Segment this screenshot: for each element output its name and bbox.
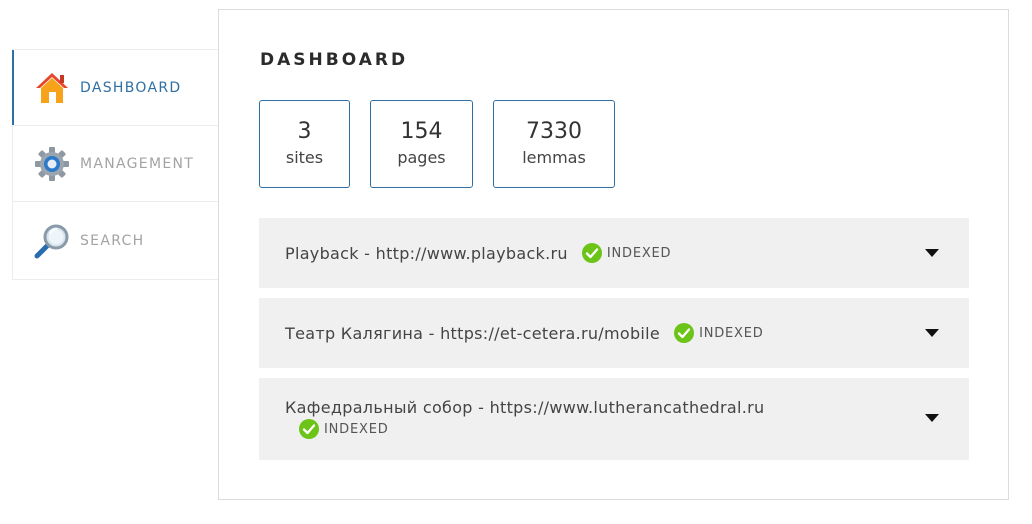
site-name: Кафедральный собор - https://www.luthera… xyxy=(285,398,765,417)
site-card-playback[interactable]: Playback - http://www.playback.ru INDEXE… xyxy=(259,218,969,288)
sidebar-item-label: SEARCH xyxy=(80,232,145,249)
site-card-lutherancathedral[interactable]: Кафедральный собор - https://www.luthera… xyxy=(259,378,969,460)
page-title: DASHBOARD xyxy=(260,50,409,70)
check-circle-icon xyxy=(299,419,319,439)
chevron-down-icon[interactable] xyxy=(925,414,939,422)
check-circle-icon xyxy=(674,323,695,343)
sidebar-item-label: DASHBOARD xyxy=(80,79,182,96)
stat-pages: 154 pages xyxy=(370,100,473,188)
stat-label: sites xyxy=(285,148,324,167)
home-icon xyxy=(33,69,71,107)
chevron-down-icon[interactable] xyxy=(925,249,939,257)
stat-lemmas: 7330 lemmas xyxy=(493,100,615,188)
check-circle-icon xyxy=(581,243,602,263)
stat-value: 154 xyxy=(400,119,443,144)
stat-value: 7330 xyxy=(526,119,582,144)
site-name: Playback - http://www.playback.ru xyxy=(285,243,568,263)
stats-row: 3 sites 154 pages 7330 lemmas xyxy=(259,100,615,188)
sidebar-item-search[interactable]: SEARCH xyxy=(13,202,218,279)
stat-value: 3 xyxy=(297,119,312,144)
status-text: INDEXED xyxy=(606,245,672,261)
status-badge: INDEXED xyxy=(299,419,389,439)
stat-label: lemmas xyxy=(522,148,586,167)
status-text: INDEXED xyxy=(324,421,389,437)
site-card-et-cetera[interactable]: Театр Калягина - https://et-cetera.ru/mo… xyxy=(259,298,969,368)
status-text: INDEXED xyxy=(699,325,764,341)
sidebar: DASHBOARD MANAGEMENT SEARCH xyxy=(12,49,218,280)
sidebar-item-dashboard[interactable]: DASHBOARD xyxy=(12,50,218,126)
status-badge: INDEXED xyxy=(581,243,672,263)
stat-sites: 3 sites xyxy=(259,100,350,188)
chevron-down-icon[interactable] xyxy=(925,329,939,337)
stat-label: pages xyxy=(397,148,446,167)
dashboard-panel: DASHBOARD 3 sites 154 pages 7330 lemmas … xyxy=(218,9,1009,500)
sidebar-item-label: MANAGEMENT xyxy=(80,155,195,172)
sidebar-item-management[interactable]: MANAGEMENT xyxy=(13,126,218,202)
magnifier-icon xyxy=(33,222,71,260)
gear-icon xyxy=(33,145,71,183)
site-list: Playback - http://www.playback.ru INDEXE… xyxy=(259,218,969,470)
status-badge: INDEXED xyxy=(674,323,764,343)
site-name: Театр Калягина - https://et-cetera.ru/mo… xyxy=(285,323,661,343)
